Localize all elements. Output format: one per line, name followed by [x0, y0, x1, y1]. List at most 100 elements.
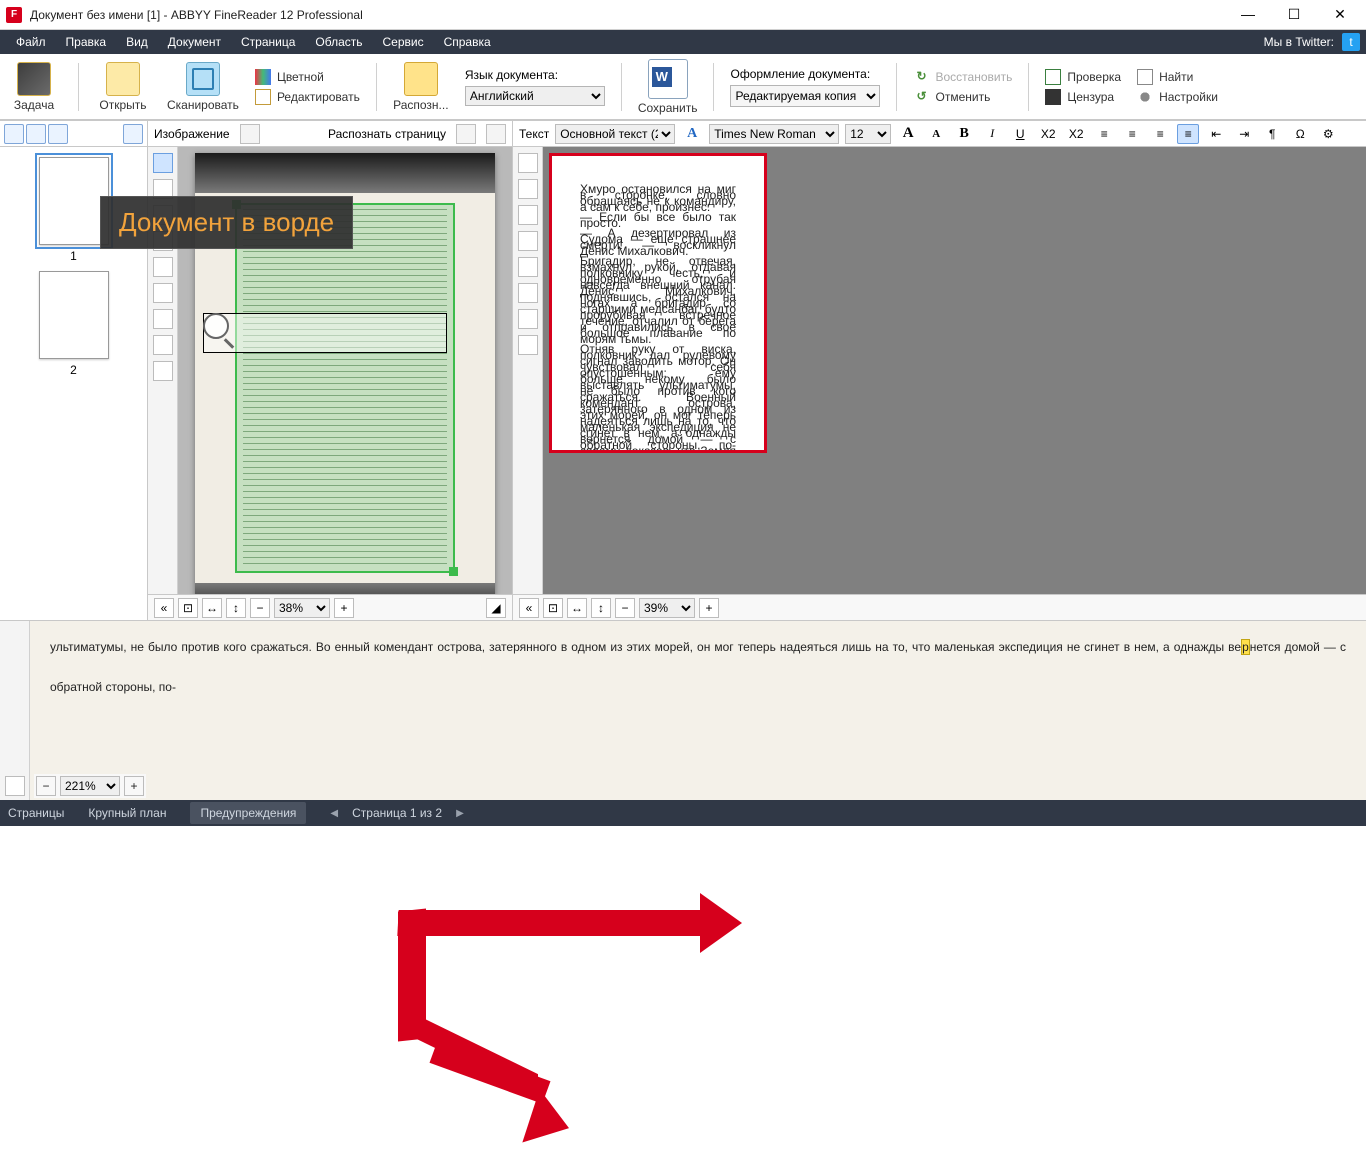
menu-help[interactable]: Справка	[434, 30, 501, 54]
close-button[interactable]: ✕	[1326, 6, 1354, 23]
menu-area[interactable]: Область	[305, 30, 372, 54]
tool-eraser[interactable]	[153, 283, 173, 303]
tool-image-area[interactable]	[153, 205, 173, 225]
fit-width[interactable]: ↔	[202, 598, 222, 618]
text-tool-pilcrow[interactable]	[518, 335, 538, 355]
image-view[interactable]	[178, 147, 512, 594]
indent-inc[interactable]: ⇥	[1233, 124, 1255, 144]
restore-button[interactable]: ↻Восстановить	[913, 69, 1012, 85]
tool-barcode-area[interactable]	[153, 231, 173, 251]
status-warn-tab[interactable]: Предупреждения	[190, 802, 306, 824]
zoom-image-select[interactable]: 38%	[274, 598, 330, 618]
minimize-button[interactable]: —	[1234, 6, 1262, 23]
align-left[interactable]: ≡	[1093, 124, 1115, 144]
text-tool-3[interactable]	[518, 205, 538, 225]
check-button[interactable]: Проверка	[1045, 69, 1121, 85]
format-select[interactable]: Редактируемая копия	[730, 85, 880, 107]
underline-button[interactable]: U	[1009, 124, 1031, 144]
tool-table-area[interactable]	[153, 179, 173, 199]
find-button[interactable]: Найти	[1137, 69, 1218, 85]
thumb-page-2[interactable]: 2	[39, 271, 109, 377]
italic-button[interactable]: I	[981, 124, 1003, 144]
scan-button[interactable]: Сканировать	[167, 62, 239, 112]
text-fit-width[interactable]: ↔	[567, 598, 587, 618]
insert-symbol[interactable]: Ω	[1289, 124, 1311, 144]
zoom-out-text[interactable]: −	[615, 598, 635, 618]
cancel-button[interactable]: ↺Отменить	[913, 89, 1012, 105]
indent-dec[interactable]: ⇤	[1205, 124, 1227, 144]
zoom-in-text[interactable]: +	[699, 598, 719, 618]
shrink-font[interactable]: A	[925, 124, 947, 144]
fontsize-select[interactable]: 12	[845, 124, 891, 144]
tool-hand[interactable]	[153, 361, 173, 381]
show-marks[interactable]: ¶	[1261, 124, 1283, 144]
text-tool-6[interactable]	[518, 283, 538, 303]
censor-button[interactable]: Цензура	[1045, 89, 1121, 105]
grow-font[interactable]: A	[897, 124, 919, 144]
fit-page[interactable]: ⊡	[178, 598, 198, 618]
status-large-tab[interactable]: Крупный план	[88, 806, 166, 820]
text-region[interactable]	[235, 203, 455, 573]
zoom-selection[interactable]	[203, 313, 447, 353]
thumb-settings[interactable]	[123, 124, 143, 144]
fit-height[interactable]: ↕	[226, 598, 246, 618]
thumb-page-1[interactable]: 1	[39, 157, 109, 263]
thumb-view-list[interactable]	[26, 124, 46, 144]
zoom-text-select[interactable]: 39%	[639, 598, 695, 618]
menu-view[interactable]: Вид	[116, 30, 158, 54]
align-justify[interactable]: ≡	[1177, 124, 1199, 144]
maximize-button[interactable]: ☐	[1280, 6, 1308, 23]
status-pages-tab[interactable]: Страницы	[8, 806, 64, 820]
analyze-button[interactable]	[456, 124, 476, 144]
task-button[interactable]: Задача	[6, 62, 62, 112]
text-view[interactable]: Хмуро остановился на миг в сторонке, сло…	[543, 147, 1366, 594]
recognized-page[interactable]: Хмуро остановился на миг в сторонке, сло…	[549, 153, 767, 453]
text-tool-4[interactable]	[518, 231, 538, 251]
text-fit-height[interactable]: ↕	[591, 598, 611, 618]
menu-page[interactable]: Страница	[231, 30, 305, 54]
text-tool-7[interactable]	[518, 309, 538, 329]
zoom-large-select[interactable]: 221%	[60, 776, 120, 796]
save-button[interactable]: Сохранить	[638, 59, 698, 115]
resize-handle-image[interactable]: ◢	[486, 598, 506, 618]
menu-file[interactable]: Файл	[6, 30, 56, 54]
tool-text-area[interactable]	[153, 153, 173, 173]
zoom-pane-tool[interactable]	[5, 776, 25, 796]
next-page-button[interactable]: ▶	[456, 808, 464, 819]
image-pane-icon[interactable]	[240, 124, 260, 144]
font-select[interactable]: Times New Roman	[709, 124, 839, 144]
zoom-in-large[interactable]: +	[124, 776, 144, 796]
thumb-view-grid[interactable]	[4, 124, 24, 144]
text-tool-1[interactable]	[518, 153, 538, 173]
recognize-button[interactable]: Распозн...	[393, 62, 449, 112]
recognize-page-button[interactable]: Распознать страницу	[328, 127, 446, 141]
align-center[interactable]: ≡	[1121, 124, 1143, 144]
superscript-button[interactable]: X2	[1037, 124, 1059, 144]
align-right[interactable]: ≡	[1149, 124, 1171, 144]
menu-document[interactable]: Документ	[158, 30, 231, 54]
language-select[interactable]: Английский	[465, 86, 605, 106]
text-tool-5[interactable]	[518, 257, 538, 277]
twitter-icon[interactable]: t	[1342, 33, 1360, 51]
subscript-button[interactable]: X2	[1065, 124, 1087, 144]
text-fit-page[interactable]: ⊡	[543, 598, 563, 618]
style-select[interactable]: Основной текст (2)	[555, 124, 675, 144]
color-mode-button[interactable]: Цветной	[255, 69, 360, 85]
menu-service[interactable]: Сервис	[373, 30, 434, 54]
bold-button[interactable]: B	[953, 124, 975, 144]
edit-image-button[interactable]: Редактировать	[255, 89, 360, 105]
zoom-in-image[interactable]: +	[334, 598, 354, 618]
zoom-out-image[interactable]: −	[250, 598, 270, 618]
thumb-view-detail[interactable]	[48, 124, 68, 144]
text-tool-2[interactable]	[518, 179, 538, 199]
tool-add[interactable]	[153, 309, 173, 329]
menu-edit[interactable]: Правка	[56, 30, 117, 54]
style-editor-icon[interactable]: A	[681, 124, 703, 144]
collapse-text-pane[interactable]: «	[519, 598, 539, 618]
text-settings[interactable]: ⚙	[1317, 124, 1339, 144]
prev-page-button[interactable]: ◀	[330, 808, 338, 819]
settings-button[interactable]: Настройки	[1137, 89, 1218, 105]
tool-pointer[interactable]	[153, 335, 173, 355]
tool-background-area[interactable]	[153, 257, 173, 277]
collapse-image-pane[interactable]: «	[154, 598, 174, 618]
